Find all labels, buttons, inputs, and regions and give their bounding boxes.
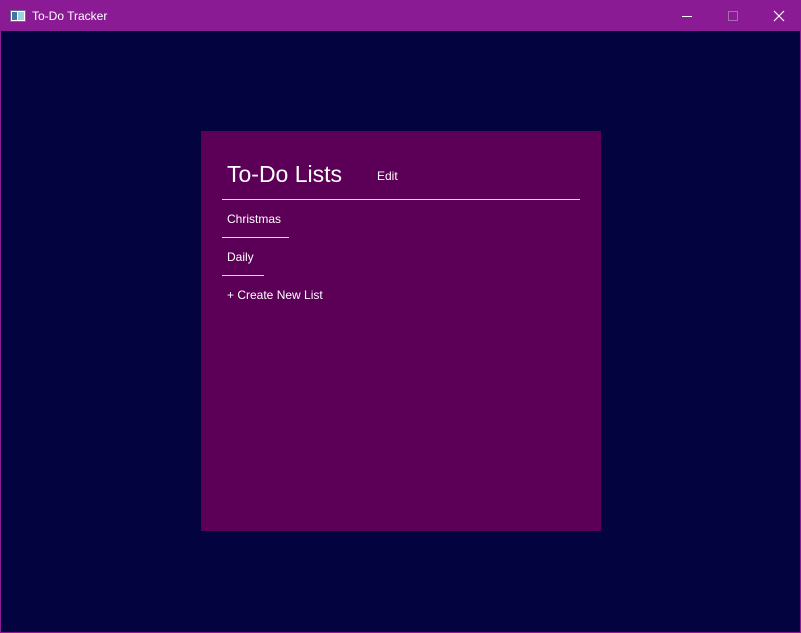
title-bar[interactable]: To-Do Tracker [1, 1, 800, 31]
list-item-label: Christmas [227, 212, 282, 226]
maximize-button[interactable] [710, 1, 756, 31]
todo-lists-panel: To-Do Lists Edit Christmas Daily + Creat… [201, 131, 601, 531]
close-icon [773, 10, 785, 22]
app-window: To-Do Tracker To-Do Lists Edit Christmas… [0, 0, 801, 633]
list-item-label: Daily [227, 250, 254, 264]
window-title: To-Do Tracker [32, 9, 108, 23]
app-icon [10, 10, 26, 22]
maximize-icon [728, 11, 738, 21]
edit-button[interactable]: Edit [377, 168, 398, 184]
list-item-christmas[interactable]: Christmas [222, 200, 290, 238]
list-item-daily[interactable]: Daily [222, 238, 266, 276]
minimize-button[interactable] [664, 1, 710, 31]
create-new-list-button[interactable]: + Create New List [227, 287, 323, 303]
close-button[interactable] [756, 1, 801, 31]
page-title: To-Do Lists [227, 161, 343, 187]
list-item-divider [222, 275, 264, 276]
minimize-icon [682, 15, 692, 17]
client-area: To-Do Lists Edit Christmas Daily + Creat… [1, 31, 800, 632]
